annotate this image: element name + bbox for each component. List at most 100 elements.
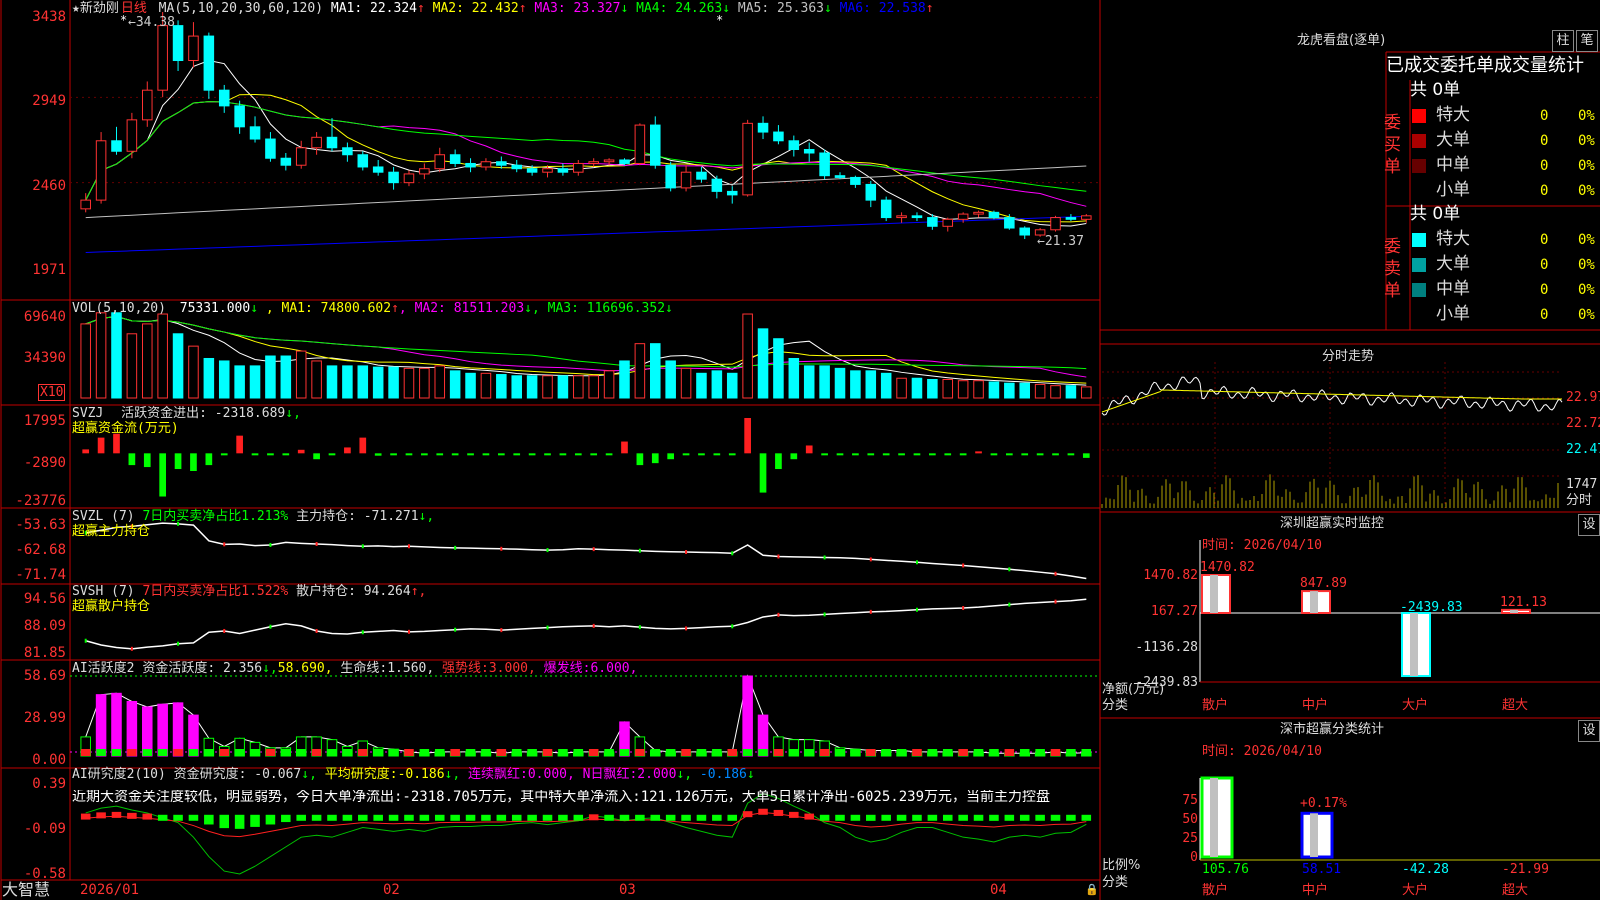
candle [665,164,676,189]
capital-flow-bar [497,453,505,456]
retail-position-line-tick [454,627,457,632]
stock-title[interactable]: ★新劲刚 [72,1,119,16]
research-bar [388,814,399,821]
ai2-header: AI研究度2(10) 资金研究度: -0.067↓, 平均研究度:-0.186↓… [72,768,755,781]
main-position-line-tick [315,542,318,547]
activity-base [758,749,768,756]
candle [496,161,507,166]
vol-legend-2: , MA2: 81511.203 [398,301,525,316]
vol-bar [449,370,461,399]
research-bar [1081,814,1092,821]
capital-flow-bar [1021,453,1029,456]
vol-bar [326,365,338,399]
ai2-nred-arrow: ↓, [676,767,693,782]
ma-legend-4: MA4: 24.263 [628,1,723,16]
kline-axis-3: 1971 [32,262,66,278]
sell-row-pct-3: 0% [1578,307,1595,323]
candle [757,122,769,133]
capital-flow-bar [975,451,982,454]
candle [111,140,122,152]
capital-flow-bar [867,453,875,456]
research-bar [542,814,553,821]
brand-label: 大智慧 [2,880,51,899]
capital-flow-bar [713,453,721,456]
vol-bar [419,367,430,399]
tab-bar-button[interactable]: 柱 [1552,30,1574,52]
star-marker-1: * [120,13,128,27]
classify-settings-button[interactable]: 设 [1578,720,1600,742]
sell-row-name-0: 特大 [1436,229,1470,249]
svzl-axis-1: -62.68 [15,542,66,558]
activity-bar [142,706,153,757]
candle [434,154,446,170]
activity-bar [126,700,138,757]
capital-flow-bar [1067,453,1075,456]
vol-bar [480,372,492,399]
research-bar [573,814,584,821]
capital-flow-bar [959,453,967,456]
research-bar [558,814,568,821]
vol-bar [157,313,168,399]
vol-legend-arrow-2: ↓ [524,301,532,316]
ma-legend-arrow-5: ↓ [823,1,832,16]
svsh-text: 散户持仓: [296,584,356,599]
kline-axis-0: 3438 [32,9,66,25]
research-bar [342,814,353,821]
intraday-price-line [1101,376,1563,416]
capital-flow-bar [143,453,151,468]
candle [742,122,753,196]
research-bar [958,814,968,821]
retail-position-line-tick [731,624,734,629]
classify-cat-0: 散户 [1202,883,1229,898]
stats-header: 已成交委托单成交量统计 [1386,55,1584,76]
retail-position-line-tick [407,629,410,634]
classify-axis-2: 25 [1182,831,1198,846]
research-bar [311,814,322,821]
vol-bar [803,365,815,399]
sell-row-swatch-2 [1412,283,1426,297]
retail-position-line-tick [962,606,965,611]
intraday-title[interactable]: 分时走势 [1322,350,1374,363]
activity-base [342,749,353,756]
research-bar [250,814,260,827]
star-marker-2: * [716,13,724,27]
vol-bar [850,370,861,399]
activity-base [804,749,814,756]
svzl-subtitle: 超赢主力持仓 [72,524,151,539]
vol-ma-legend: , MA1: 74800.602↑, MA2: 81511.203↓, MA3:… [266,301,673,316]
activity-base [835,749,845,756]
ai2-arrow: ↓, [301,767,317,782]
retail-position-line-tick [130,646,133,651]
capital-flow-bar [282,453,290,456]
activity-base [681,749,691,756]
vol-bar [696,372,707,399]
svsh-axis-0: 94.56 [23,591,66,607]
vol-bar [773,338,784,399]
vol-bar [372,366,384,399]
research-bar [173,814,183,821]
sell-row-name-1: 大单 [1436,254,1470,274]
candle [650,124,661,166]
monitor-settings-button[interactable]: 设 [1578,514,1600,536]
capital-flow-bar [82,449,90,454]
activity-base [573,749,584,756]
chart-canvas[interactable] [0,0,1600,900]
classify-value-0: 105.76 [1202,862,1249,877]
vol-bar [1004,382,1015,399]
vol-bar [388,366,399,399]
sell-row-pct-1: 0% [1578,257,1595,273]
retail-position-line-tick [361,630,364,635]
monitor-axis-0: 1470.82 [1143,568,1198,583]
retail-position-line [85,598,1087,650]
tab-tick-button[interactable]: 笔 [1576,30,1598,52]
activity-base [1066,749,1076,756]
research-bar [758,808,768,815]
svzj-axis-1: -2890 [23,455,66,471]
vol-bar [203,357,215,399]
main-position-line-tick [869,557,872,562]
svzj-axis-2: -23776 [15,493,66,509]
lock-icon[interactable]: 🔒 [1085,884,1099,895]
activity-base [265,749,276,756]
monitor-value-2: -2439.83 [1400,600,1463,615]
retail-position-line-tick [177,641,180,646]
